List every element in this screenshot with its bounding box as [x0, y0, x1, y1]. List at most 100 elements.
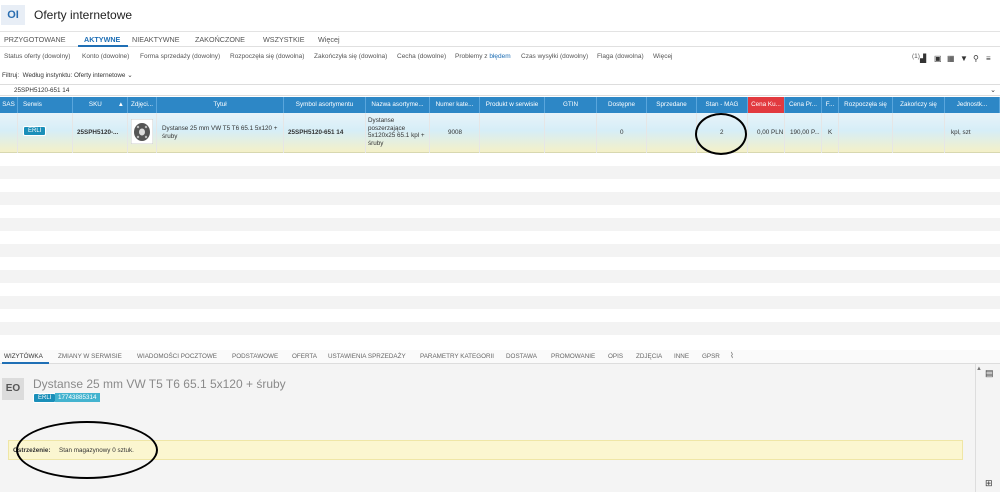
cell-stan-mag: 2 — [697, 113, 748, 153]
filter-rozpoczela[interactable]: Rozpoczęła się (dowolna) — [230, 53, 304, 60]
search-input[interactable] — [14, 87, 914, 94]
tab-aktywne[interactable]: AKTYWNE — [84, 35, 120, 44]
warning-box: Ostrzeżenie: Stan magazynowy 0 sztuk. — [8, 440, 963, 460]
cell-sas — [0, 113, 18, 153]
filter-forma[interactable]: Forma sprzedaży (dowolny) — [140, 53, 220, 60]
tab-zmiany[interactable]: ZMIANY W SERWISIE — [58, 353, 122, 360]
tab-wszystkie[interactable]: WSZYSTKIE — [263, 35, 305, 44]
filter-status[interactable]: Status oferty (dowolny) — [4, 53, 70, 60]
tab-podstawowe[interactable]: PODSTAWOWE — [232, 353, 278, 360]
filter-instynkt[interactable]: Filtruj: Według instynktu: Oferty intern… — [2, 72, 132, 79]
col-produkt[interactable]: Produkt w serwisie — [480, 97, 545, 113]
filter-icon[interactable]: ▼ — [960, 54, 968, 63]
scroll-up-icon[interactable]: ▲ — [976, 366, 982, 372]
cell-tytul: Dystanse 25 mm VW T5 T6 65.1 5x120 + śru… — [157, 113, 284, 153]
filter-bar: Status oferty (dowolny) Konto (dowolne) … — [0, 51, 1000, 65]
cell-numer: 9008 — [430, 113, 480, 153]
filter-instynkt-label: Filtruj: — [2, 72, 20, 79]
tab-wiecej[interactable]: Więcej — [318, 35, 340, 44]
product-image[interactable] — [130, 118, 154, 145]
col-gtin[interactable]: GTIN — [545, 97, 597, 113]
col-serwis[interactable]: Serwis — [18, 97, 73, 113]
col-cena-ku[interactable]: Cena Ku... — [748, 97, 785, 113]
col-symbol[interactable]: Symbol asortymentu — [284, 97, 366, 113]
filter-czas[interactable]: Czas wysyłki (dowolny) — [521, 53, 588, 60]
status-tabs: PRZYGOTOWANE AKTYWNE NIEAKTYWNE ZAKOŃCZO… — [0, 32, 1000, 47]
tab-oferta[interactable]: OFERTA — [292, 353, 317, 360]
tab-przygotowane[interactable]: PRZYGOTOWANE — [4, 35, 66, 44]
tab-parametry[interactable]: PARAMETRY KATEGORII — [420, 353, 494, 360]
tab-wizytowka[interactable]: WIZYTÓWKA — [4, 353, 43, 360]
detail-tabs: WIZYTÓWKA ZMIANY W SERWISIE WIADOMOŚCI P… — [0, 350, 1000, 364]
col-sas[interactable]: SAS — [0, 97, 18, 113]
empty-row — [0, 270, 1000, 283]
cell-zdjecie — [128, 113, 157, 153]
col-sprzedane[interactable]: Sprzedane — [647, 97, 697, 113]
cell-symbol: 25SPH5120-651 14 — [284, 113, 366, 153]
cell-nazwa: Dystanse poszerzające 5x120x25 65.1 kpl … — [366, 113, 430, 153]
tab-wiadomosci[interactable]: WIADOMOŚCI POCZTOWE — [137, 353, 217, 360]
col-f[interactable]: F... — [822, 97, 839, 113]
tab-inne[interactable]: INNE — [674, 353, 689, 360]
attachment-icon[interactable]: ⌇ — [730, 351, 734, 360]
menu-icon[interactable]: ≡ — [986, 54, 991, 63]
filter-problemy-value: błędem — [489, 53, 511, 60]
detail-serwis-badge: ERLI — [33, 393, 57, 403]
col-rozpoczela[interactable]: Rozpoczęła się — [839, 97, 893, 113]
chart-icon[interactable]: ▟ — [920, 54, 926, 63]
warning-text: Stan magazynowy 0 sztuk. — [59, 447, 134, 454]
grid-icon[interactable]: ▦ — [947, 54, 955, 63]
search-icon[interactable]: ⚲ — [973, 54, 979, 63]
detail-id-badge[interactable]: 17743885314 — [55, 393, 100, 402]
cell-produkt — [480, 113, 545, 153]
filter-cecha[interactable]: Cecha (dowolne) — [397, 53, 446, 60]
chevron-down-icon: ⌄ — [127, 72, 133, 79]
detail-badge: EO — [2, 378, 24, 400]
tab-promowanie[interactable]: PROMOWANIE — [551, 353, 595, 360]
detail-title: Dystanse 25 mm VW T5 T6 65.1 5x120 + śru… — [33, 377, 286, 391]
filter-konto[interactable]: Konto (dowolne) — [82, 53, 129, 60]
col-cena-pr[interactable]: Cena Pr... — [785, 97, 822, 113]
col-sku[interactable]: SKU ▲ — [73, 97, 128, 113]
tab-gpsr[interactable]: GPSR — [702, 353, 720, 360]
cell-jednostka: kpl, szt — [951, 129, 971, 136]
tab-zakonczone[interactable]: ZAKOŃCZONE — [195, 35, 245, 44]
filter-wiecej[interactable]: Więcej — [653, 53, 673, 60]
cell-zakonczy — [893, 113, 945, 153]
chevron-down-icon[interactable]: ⌄ — [990, 86, 996, 94]
sort-asc-icon: ▲ — [117, 101, 124, 108]
col-zakonczy[interactable]: Zakończy się — [893, 97, 945, 113]
col-stan-mag[interactable]: Stan - MAG — [697, 97, 748, 113]
warning-label: Ostrzeżenie: — [13, 447, 51, 454]
detail-scrollbar[interactable] — [975, 364, 985, 492]
tab-opis[interactable]: OPIS — [608, 353, 623, 360]
tab-dostawa[interactable]: DOSTAWA — [506, 353, 537, 360]
tab-ustawienia[interactable]: USTAWIENIA SPRZEDAŻY — [328, 353, 406, 360]
app-title: Oferty internetowe — [34, 8, 133, 22]
cell-cena-pr: 190,00 P... — [785, 113, 822, 153]
cell-f: K — [822, 113, 839, 153]
col-nazwa[interactable]: Nazwa asortyme... — [366, 97, 430, 113]
image-icon[interactable]: ▣ — [934, 54, 942, 63]
col-tytul[interactable]: Tytuł — [157, 97, 284, 113]
empty-row — [0, 296, 1000, 309]
tab-nieaktywne[interactable]: NIEAKTYWNE — [132, 35, 180, 44]
tab-zdjecia[interactable]: ZDJĘCIA — [636, 353, 662, 360]
title-bar: OI Oferty internetowe — [0, 0, 1000, 32]
empty-row — [0, 192, 1000, 205]
filter-problemy[interactable]: Problemy z błędem — [455, 53, 511, 60]
table-row[interactable]: ERLI 25SPH5120-... Dystanse 25 mm VW T5 … — [0, 113, 1000, 153]
col-numer[interactable]: Numer kate... — [430, 97, 480, 113]
filter-zakonczyla[interactable]: Zakończyła się (dowolna) — [314, 53, 387, 60]
comment-icon[interactable]: ▤ — [985, 368, 994, 379]
col-zdjecie[interactable]: Zdjęci... — [128, 97, 157, 113]
filter-flaga[interactable]: Flaga (dowolna) — [597, 53, 644, 60]
cell-sku: 25SPH5120-... — [73, 113, 128, 153]
col-dostepne[interactable]: Dostępne — [597, 97, 647, 113]
grid-header: SAS Serwis SKU ▲ Zdjęci... Tytuł Symbol … — [0, 97, 1000, 113]
filter-count: (1) — [912, 53, 920, 60]
filter-instynkt-value: Według instynktu: Oferty internetowe — [22, 72, 126, 79]
edit-icon[interactable]: ⊞ — [985, 478, 993, 489]
col-jednostka[interactable]: Jednostk... — [945, 97, 1000, 113]
empty-row — [0, 244, 1000, 257]
